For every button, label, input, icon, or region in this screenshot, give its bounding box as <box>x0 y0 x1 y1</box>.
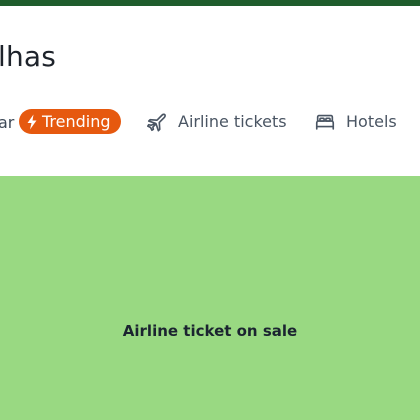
airplane-icon <box>146 111 168 133</box>
header: lhas ar Trending Airline tickets Hotels <box>0 6 420 176</box>
bed-icon <box>314 111 336 133</box>
nav-item-label: Airline tickets <box>178 112 287 131</box>
nav-item-partial[interactable]: ar <box>0 113 14 132</box>
nav-item-hotels[interactable]: Hotels <box>314 109 397 134</box>
trending-tab[interactable]: Trending <box>19 109 121 134</box>
banner-text: Airline ticket on sale <box>122 322 298 340</box>
nav-item-label: Hotels <box>346 112 397 131</box>
lightning-icon <box>26 114 38 130</box>
page-title: lhas <box>0 40 57 73</box>
category-nav: ar Trending Airline tickets Hotels <box>0 109 420 135</box>
trending-label: Trending <box>42 112 111 131</box>
nav-item-airline-tickets[interactable]: Airline tickets <box>146 109 287 134</box>
promo-banner[interactable]: Airline ticket on sale <box>0 176 420 420</box>
